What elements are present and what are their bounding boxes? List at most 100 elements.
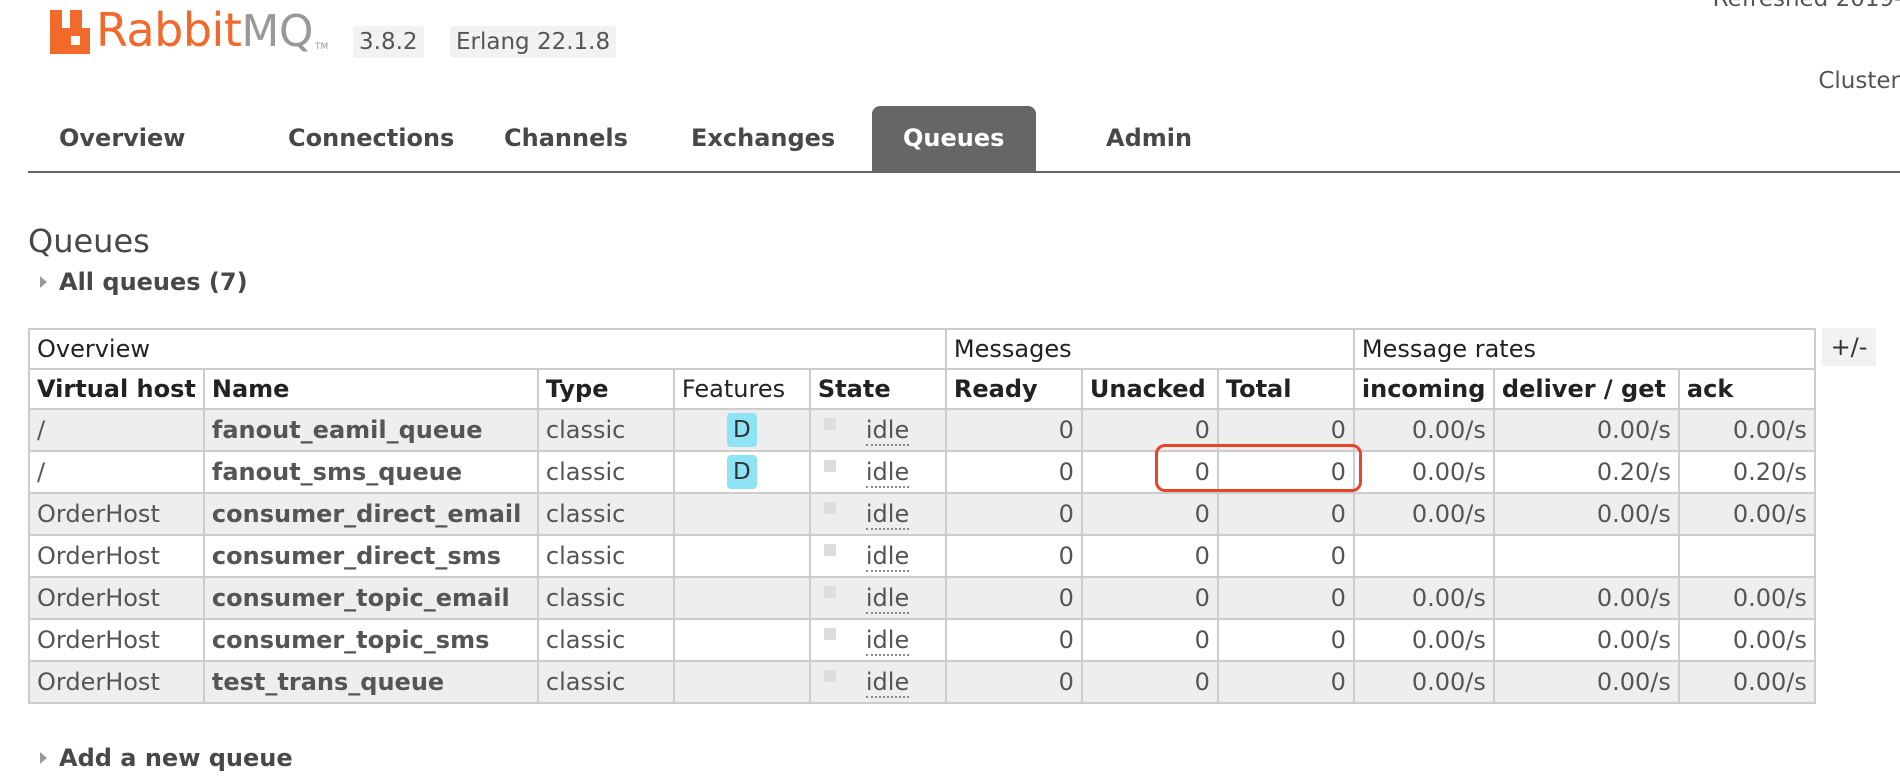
incoming-rate-cell: 0.00/s (1352, 576, 1495, 620)
table-row: OrderHost consumer_direct_email classic idl… (28, 492, 1816, 536)
queue-name-link[interactable]: fanout_eamil_queue (202, 408, 539, 452)
deliver-rate-cell: 0.20/s (1492, 450, 1680, 494)
state-indicator-icon (823, 586, 836, 598)
vhost-cell: OrderHost (28, 576, 205, 620)
col-deliver-get[interactable]: deliver / get (1492, 368, 1680, 410)
tab-queues[interactable]: Queues (872, 106, 1036, 171)
ack-rate-cell: 0.00/s (1677, 618, 1816, 662)
vhost-cell: OrderHost (28, 618, 205, 662)
table-row: / fanout_sms_queue classic Didle 0 0 0 0.00/s 0.… (28, 450, 1816, 494)
type-cell: classic (536, 492, 675, 536)
expand-triangle-icon (40, 276, 47, 288)
deliver-rate-cell: 0.00/s (1492, 492, 1680, 536)
state-cell: idle (808, 492, 947, 536)
unacked-cell: 0 (1080, 660, 1219, 704)
deliver-rate-cell: 0.00/s (1492, 408, 1680, 452)
col-virtual-host[interactable]: Virtual host (28, 368, 205, 410)
type-cell: classic (536, 408, 675, 452)
incoming-rate-cell: 0.00/s (1352, 618, 1495, 662)
col-state[interactable]: State (808, 368, 947, 410)
rabbitmq-logo[interactable]: RabbitMQ TM (50, 3, 329, 57)
column-header-row: Virtual host Name Type Features State Re… (28, 368, 1816, 410)
queue-name-link[interactable]: fanout_sms_queue (202, 450, 539, 494)
deliver-rate-cell: 0.00/s (1492, 576, 1680, 620)
state-indicator-icon (823, 502, 836, 514)
vhost-cell: / (28, 408, 205, 452)
col-features: Features (672, 368, 811, 410)
deliver-rate-cell: 0.00/s (1492, 618, 1680, 662)
add-queue-label: Add a new queue (59, 744, 293, 772)
col-unacked[interactable]: Unacked (1080, 368, 1219, 410)
features-cell (672, 492, 811, 536)
unacked-cell: 0 (1080, 576, 1219, 620)
page-title: Queues (28, 222, 150, 260)
ack-rate-cell (1677, 534, 1816, 578)
features-cell (672, 576, 811, 620)
all-queues-toggle[interactable]: All queues (7) (40, 268, 248, 296)
state-label: idle (865, 668, 910, 698)
col-ready[interactable]: Ready (944, 368, 1083, 410)
ack-rate-cell: 0.00/s (1677, 576, 1816, 620)
features-cell: D (672, 408, 811, 452)
state-indicator-icon (823, 670, 836, 682)
ready-cell: 0 (944, 660, 1083, 704)
add-queue-toggle[interactable]: Add a new queue (40, 744, 293, 772)
ack-rate-cell: 0.00/s (1677, 660, 1816, 704)
state-cell: idle (808, 576, 947, 620)
type-cell: classic (536, 576, 675, 620)
deliver-rate-cell (1492, 534, 1680, 578)
table-row: OrderHost consumer_direct_sms classic idle 0… (28, 534, 1816, 578)
brand-name: RabbitMQ (96, 3, 313, 57)
deliver-rate-cell: 0.00/s (1492, 660, 1680, 704)
version-badge: 3.8.2 (353, 26, 424, 58)
tab-exchanges[interactable]: Exchanges (660, 106, 866, 171)
column-toggle-button[interactable]: +/- (1822, 328, 1876, 366)
tab-connections[interactable]: Connections (257, 106, 485, 171)
group-message-rates: Message rates (1352, 328, 1816, 370)
col-total[interactable]: Total (1216, 368, 1355, 410)
queue-name-link[interactable]: test_trans_queue (202, 660, 539, 704)
main-nav-tabs: Overview Connections Channels Exchanges … (28, 106, 1900, 173)
tab-overview[interactable]: Overview (28, 106, 216, 171)
state-label: idle (865, 458, 910, 488)
tab-channels[interactable]: Channels (473, 106, 659, 171)
queue-name-link[interactable]: consumer_topic_email (202, 576, 539, 620)
features-cell (672, 618, 811, 662)
col-name[interactable]: Name (202, 368, 539, 410)
tab-admin[interactable]: Admin (1075, 106, 1223, 171)
state-cell: idle (808, 534, 947, 578)
queue-name-link[interactable]: consumer_topic_sms (202, 618, 539, 662)
incoming-rate-cell: 0.00/s (1352, 408, 1495, 452)
features-cell (672, 660, 811, 704)
features-cell: D (672, 450, 811, 494)
rabbit-logo-icon (50, 10, 92, 54)
state-cell: idle (808, 618, 947, 662)
state-indicator-icon (823, 418, 836, 430)
total-cell: 0 (1216, 576, 1355, 620)
col-type[interactable]: Type (536, 368, 675, 410)
col-ack[interactable]: ack (1677, 368, 1816, 410)
type-cell: classic (536, 618, 675, 662)
queue-name-link[interactable]: consumer_direct_sms (202, 534, 539, 578)
state-label: idle (865, 626, 910, 656)
incoming-rate-cell: 0.00/s (1352, 450, 1495, 494)
state-label: idle (865, 500, 910, 530)
col-incoming[interactable]: incoming (1352, 368, 1495, 410)
queue-name-link[interactable]: consumer_direct_email (202, 492, 539, 536)
unacked-cell: 0 (1080, 450, 1219, 494)
unacked-cell: 0 (1080, 618, 1219, 662)
trademark-mark: TM (314, 42, 329, 52)
incoming-rate-cell (1352, 534, 1495, 578)
ready-cell: 0 (944, 534, 1083, 578)
incoming-rate-cell: 0.00/s (1352, 660, 1495, 704)
state-label: idle (865, 584, 910, 614)
ack-rate-cell: 0.20/s (1677, 450, 1816, 494)
state-label: idle (865, 542, 910, 572)
unacked-cell: 0 (1080, 408, 1219, 452)
queues-table: Overview Messages Message rates Virtual … (28, 328, 1816, 704)
table-row: OrderHost test_trans_queue classic idle 0 0 0 0… (28, 660, 1816, 704)
durable-badge: D (726, 455, 757, 489)
cluster-label: Cluster (1818, 68, 1900, 94)
table-row: / fanout_eamil_queue classic Didle 0 0 0 0.00/s… (28, 408, 1816, 452)
total-cell: 0 (1216, 618, 1355, 662)
